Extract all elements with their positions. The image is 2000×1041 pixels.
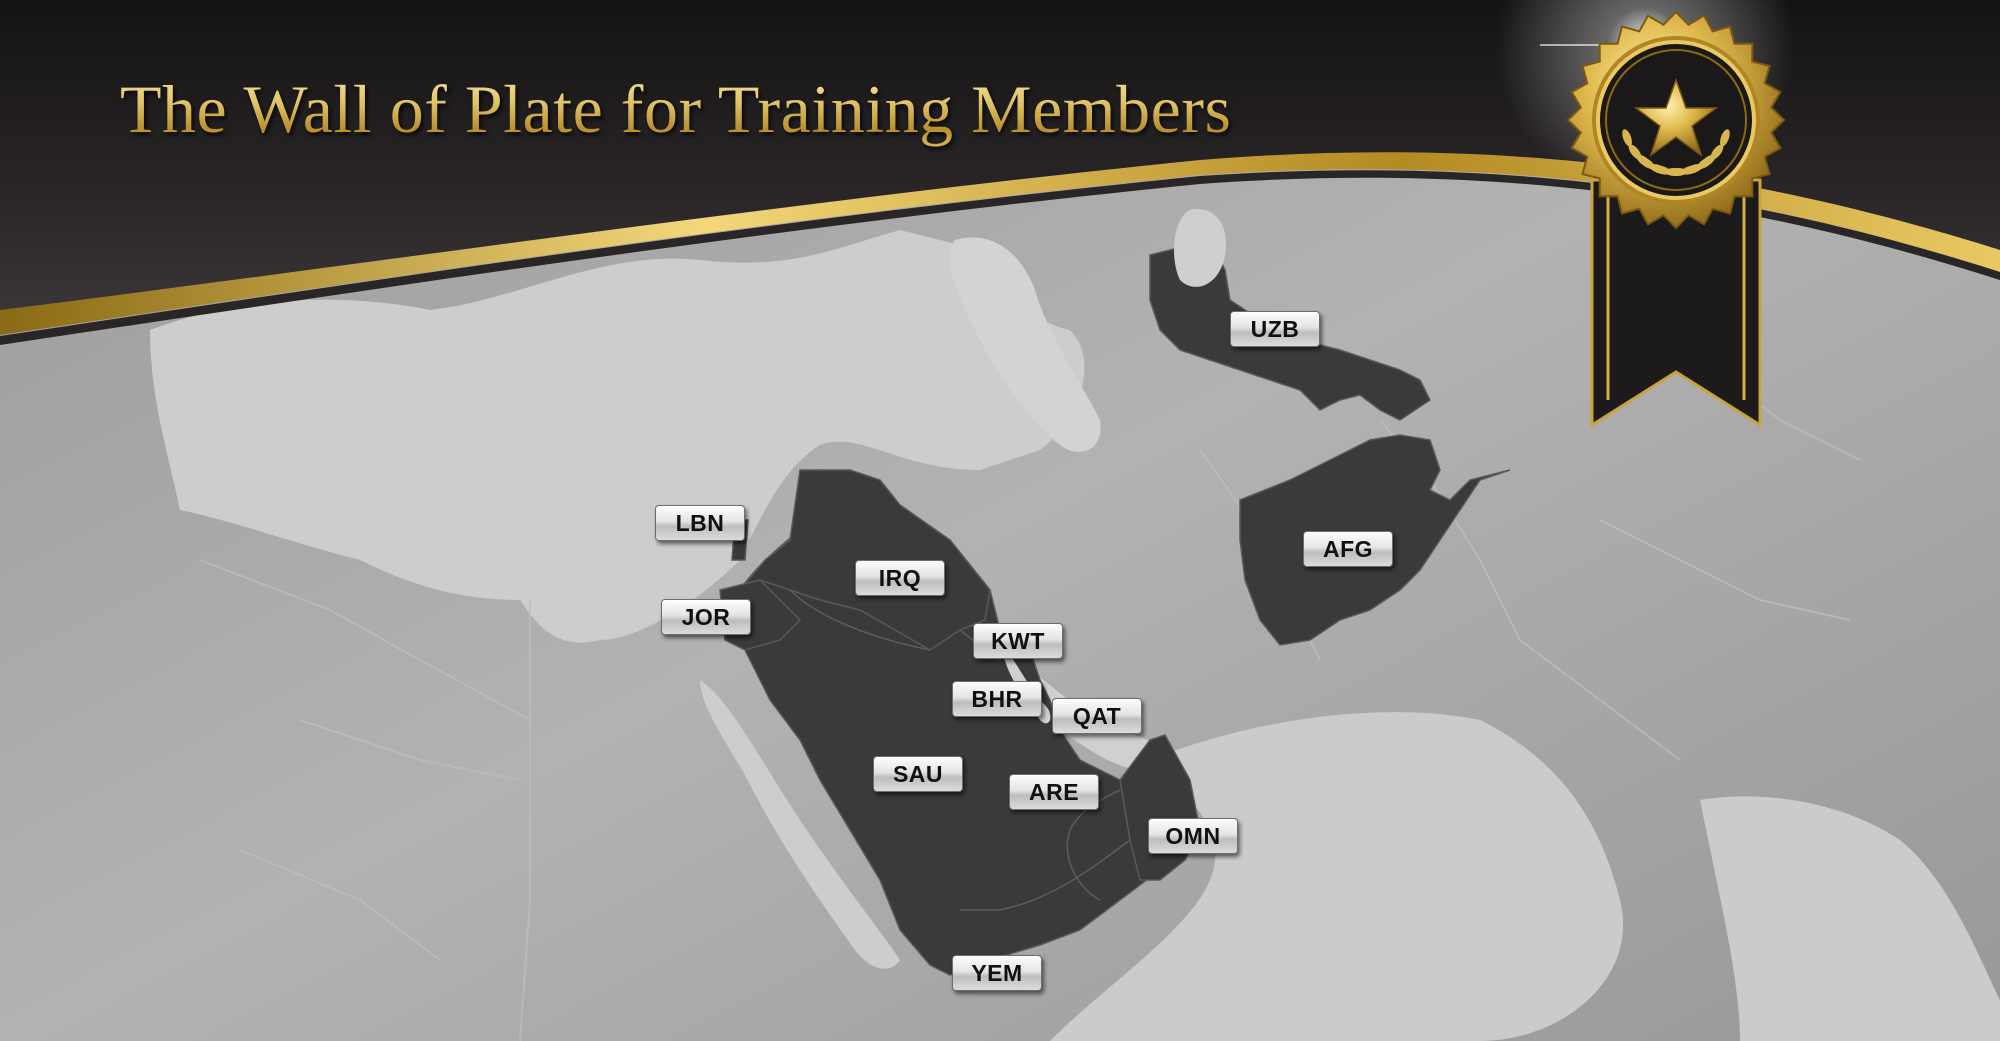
- region-map: [0, 0, 2000, 1041]
- plate-are: ARE: [1009, 774, 1099, 810]
- plate-lbn: LBN: [655, 505, 745, 541]
- plate-yem: YEM: [952, 955, 1042, 991]
- plate-qat: QAT: [1052, 698, 1142, 734]
- wall-of-plate-banner: The Wall of Plate for Training Members L…: [0, 0, 2000, 1041]
- plate-uzb: UZB: [1230, 311, 1320, 347]
- plate-kwt: KWT: [973, 623, 1063, 659]
- plate-jor: JOR: [661, 599, 751, 635]
- plate-bhr: BHR: [952, 681, 1042, 717]
- plate-irq: IRQ: [855, 560, 945, 596]
- plate-sau: SAU: [873, 756, 963, 792]
- banner-title: The Wall of Plate for Training Members: [120, 71, 1232, 147]
- plate-omn: OMN: [1148, 818, 1238, 854]
- medal-badge: [1566, 10, 1786, 230]
- plate-afg: AFG: [1303, 531, 1393, 567]
